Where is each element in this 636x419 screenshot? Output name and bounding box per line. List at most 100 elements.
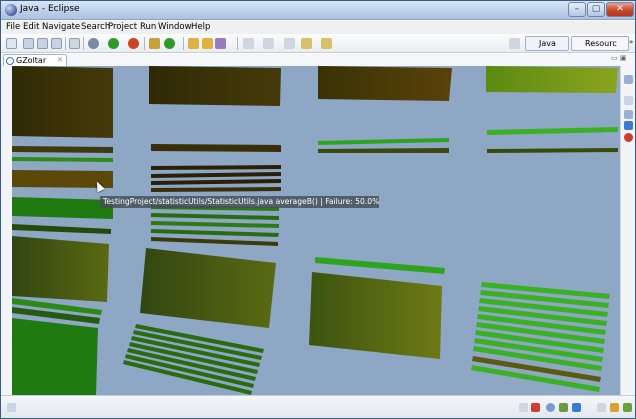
main-toolbar: Java Resourc »	[1, 34, 635, 53]
open-folder-icon[interactable]	[202, 38, 213, 49]
treemap-block[interactable]	[149, 66, 281, 106]
treemap-block[interactable]	[12, 157, 113, 162]
menu-file[interactable]: File	[6, 22, 20, 32]
outline-icon[interactable]	[610, 403, 619, 412]
new-java-project-icon[interactable]	[149, 38, 160, 49]
error-log-icon[interactable]	[624, 133, 633, 142]
treemap-block[interactable]	[151, 229, 279, 237]
forward-icon[interactable]	[321, 38, 332, 49]
status-bar	[1, 395, 635, 418]
title-bar: Java - Eclipse – ▢ ✕	[1, 1, 635, 20]
gzoltar-treemap-canvas[interactable]	[12, 66, 620, 395]
fast-view-icon[interactable]	[7, 403, 16, 412]
node-tooltip: TestingProject/statisticUtils/StatisticU…	[100, 196, 379, 208]
menu-navigate[interactable]: Navigate	[42, 22, 80, 32]
menu-bar: File Edit Navigate Search Project Run Wi…	[1, 21, 635, 34]
task-icon[interactable]	[519, 403, 528, 412]
treemap-block[interactable]	[12, 236, 109, 302]
menu-search[interactable]: Search	[81, 22, 110, 32]
restore-icon[interactable]	[624, 62, 633, 71]
treemap-block[interactable]	[12, 66, 113, 138]
eclipse-icon	[5, 4, 17, 16]
run-icon[interactable]	[108, 38, 119, 49]
progress-icon[interactable]	[597, 403, 606, 412]
close-button[interactable]: ✕	[606, 2, 634, 17]
javadoc-view-icon[interactable]	[624, 121, 633, 130]
eclipse-window: Java - Eclipse – ▢ ✕ File Edit Navigate …	[0, 0, 636, 419]
previous-annotation-icon[interactable]	[263, 38, 274, 49]
problems-view-icon[interactable]	[624, 110, 633, 119]
last-edit-icon[interactable]	[284, 38, 295, 49]
problems-icon[interactable]	[531, 403, 540, 412]
next-annotation-icon[interactable]	[243, 38, 254, 49]
outline-view-icon[interactable]	[624, 75, 633, 84]
new-class-icon[interactable]	[164, 38, 175, 49]
gzoltar-icon	[6, 57, 14, 65]
close-icon: ✕	[616, 4, 624, 14]
treemap-block[interactable]	[486, 66, 618, 93]
perspective-overflow[interactable]: »	[629, 38, 633, 46]
console-icon[interactable]	[546, 403, 555, 412]
print-icon[interactable]	[51, 38, 62, 49]
open-perspective-icon[interactable]	[509, 38, 520, 49]
treemap-block[interactable]	[151, 165, 281, 170]
view-tab-bar: GZoltar ✕	[1, 54, 635, 66]
treemap-block[interactable]	[318, 148, 449, 153]
menu-window[interactable]: Window	[158, 22, 192, 32]
tab-label: GZoltar	[16, 56, 47, 65]
minimize-icon: –	[574, 4, 580, 14]
toolbar-separator	[144, 37, 145, 50]
save-icon[interactable]	[23, 38, 34, 49]
tab-gzoltar[interactable]: GZoltar ✕	[3, 54, 67, 66]
treemap-block[interactable]	[318, 138, 449, 145]
menu-project[interactable]: Project	[108, 22, 137, 32]
tab-close-icon[interactable]: ✕	[57, 55, 63, 66]
treemap-block[interactable]	[487, 148, 618, 153]
menu-edit[interactable]: Edit	[23, 22, 39, 32]
treemap-block[interactable]	[12, 318, 98, 395]
menu-run[interactable]: Run	[140, 22, 156, 32]
declaration-icon[interactable]	[559, 403, 568, 412]
resource-perspective-button[interactable]: Resourc	[571, 36, 629, 51]
perspective-switcher: Java Resourc »	[509, 36, 635, 51]
maximize-button[interactable]: ▢	[587, 2, 605, 17]
toolbar-separator	[65, 37, 66, 50]
javadoc-icon[interactable]	[572, 403, 581, 412]
treemap-block[interactable]	[151, 179, 281, 185]
search-icon[interactable]	[215, 38, 226, 49]
save-all-icon[interactable]	[37, 38, 48, 49]
open-type-icon[interactable]	[188, 38, 199, 49]
treemap-block[interactable]	[12, 197, 113, 219]
treemap-block[interactable]	[140, 248, 276, 328]
treemap-block[interactable]	[309, 272, 442, 359]
treemap-block[interactable]	[151, 144, 281, 152]
treemap-block[interactable]	[12, 146, 113, 153]
terminal-icon[interactable]	[69, 38, 80, 49]
treemap-block[interactable]	[487, 127, 618, 135]
minimize-button[interactable]: –	[568, 2, 586, 17]
toolbar-separator	[237, 37, 238, 50]
right-trim-toolbar	[620, 66, 635, 395]
new-icon[interactable]	[6, 38, 17, 49]
treemap-block[interactable]	[151, 187, 281, 192]
treemap-block[interactable]	[318, 66, 452, 101]
treemap-block[interactable]	[151, 172, 281, 178]
toolbar-separator	[183, 37, 184, 50]
debug-icon[interactable]	[88, 38, 99, 49]
left-gutter	[1, 66, 12, 395]
view-minimize-maximize-icon[interactable]: ▭ ▣	[611, 54, 626, 62]
java-perspective-button[interactable]: Java	[525, 36, 569, 51]
treemap-block[interactable]	[151, 221, 279, 228]
menu-help[interactable]: Help	[191, 22, 210, 32]
hierarchy-icon[interactable]	[623, 403, 632, 412]
window-title: Java - Eclipse	[20, 4, 80, 14]
treemap-block[interactable]	[12, 224, 111, 234]
treemap-block[interactable]	[151, 213, 279, 220]
task-list-icon[interactable]	[624, 96, 633, 105]
treemap-block[interactable]	[315, 257, 445, 274]
back-icon[interactable]	[301, 38, 312, 49]
treemap-block[interactable]	[151, 237, 278, 246]
toolbar-separator	[83, 37, 84, 50]
external-tools-icon[interactable]	[128, 38, 139, 49]
treemap-visualization[interactable]	[12, 66, 620, 395]
